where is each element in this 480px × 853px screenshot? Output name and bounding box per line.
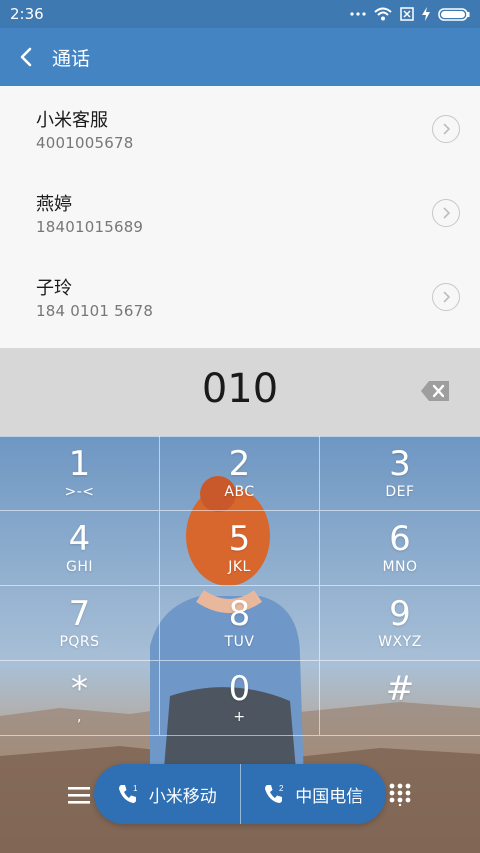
key-letters: GHI	[65, 559, 93, 575]
page-title: 通话	[52, 47, 91, 70]
keypad-grid: 1 >-< 2 ABC 3 DEF 4 GHI 5 JKL 6 MNO 7 PQRS 8 TUV…	[0, 436, 480, 736]
key-digit: 0	[228, 669, 251, 709]
dialpad-icon[interactable]	[388, 782, 412, 806]
dial-input-bar: 010	[0, 348, 480, 436]
key-digit: #	[385, 669, 415, 709]
chevron-right-icon	[443, 123, 450, 135]
key-digit: 6	[389, 519, 411, 559]
sim1-label: 小米移动	[148, 786, 217, 807]
key-6[interactable]: 6 MNO	[320, 511, 480, 586]
back-button[interactable]	[0, 28, 52, 86]
key-letters: TUV	[224, 634, 255, 650]
key-digit: *	[71, 669, 88, 709]
svg-text:2: 2	[279, 784, 284, 793]
key-5[interactable]: 5 JKL	[160, 511, 320, 586]
key-letters: ,	[77, 709, 82, 725]
sim2-label: 中国电信	[295, 786, 364, 807]
contact-result-row[interactable]: 小米客服 4001005678	[0, 86, 480, 170]
contact-number: 4001005678	[36, 134, 134, 152]
key-letters: >-<	[64, 484, 95, 500]
key-digit: 3	[389, 444, 411, 484]
key-digit: 9	[389, 594, 411, 634]
call-sim2-button[interactable]: 2 中国电信	[239, 764, 387, 824]
backspace-icon[interactable]	[420, 380, 450, 402]
contact-detail-button[interactable]	[432, 115, 460, 143]
contact-result-row[interactable]: 燕婷 18401015689	[0, 170, 480, 254]
key-digit: 1	[68, 444, 91, 484]
phone-sim1-icon: 1	[118, 784, 138, 803]
phone-sim2-icon: 2	[265, 784, 284, 803]
hamburger-menu-icon[interactable]	[66, 782, 92, 808]
status-bar: 2:36	[0, 0, 480, 28]
chevron-left-icon	[20, 47, 32, 67]
no-sim-icon	[400, 7, 414, 21]
key-letters: ABC	[224, 484, 255, 500]
key-0[interactable]: 0 +	[160, 661, 320, 736]
key-letters: PQRS	[59, 634, 100, 650]
contact-name: 燕婷	[36, 194, 72, 215]
key-7[interactable]: 7 PQRS	[0, 586, 160, 661]
sim-call-buttons: 1 小米移动 2 中国电信	[94, 764, 386, 824]
more-dots-icon	[350, 12, 366, 16]
key-digit: 5	[228, 519, 251, 559]
svg-text:1: 1	[133, 784, 138, 793]
call-sim1-button[interactable]: 1 小米移动	[94, 764, 240, 824]
contact-results-list: 小米客服 4001005678 燕婷 18401015689 子玲 184 01…	[0, 86, 480, 348]
key-digit: 7	[68, 594, 91, 634]
app-header: 通话	[0, 28, 480, 86]
contact-name: 子玲	[36, 278, 72, 299]
key-1[interactable]: 1 >-<	[0, 436, 160, 511]
key-3[interactable]: 3 DEF	[320, 436, 480, 511]
key-letters: DEF	[385, 484, 415, 500]
wifi-icon	[374, 7, 392, 21]
contact-number: 18401015689	[36, 218, 144, 236]
key-letters: JKL	[228, 559, 251, 575]
key-2[interactable]: 2 ABC	[160, 436, 320, 511]
contact-detail-button[interactable]	[432, 199, 460, 227]
chevron-right-icon	[443, 291, 450, 303]
key-letters: WXYZ	[378, 634, 422, 650]
key-star[interactable]: *,	[0, 661, 160, 736]
key-hash[interactable]: #	[320, 661, 480, 736]
contact-detail-button[interactable]	[432, 283, 460, 311]
dial-action-bar: 1 小米移动 2 中国电信	[0, 764, 480, 828]
key-digit: 8	[228, 594, 251, 634]
key-4[interactable]: 4 GHI	[0, 511, 160, 586]
contact-result-row[interactable]: 子玲 184 0101 5678	[0, 254, 480, 338]
key-9[interactable]: 9 WXYZ	[320, 586, 480, 661]
charging-icon	[422, 7, 430, 21]
chevron-right-icon	[443, 207, 450, 219]
dialed-number: 010	[201, 366, 279, 412]
contact-number: 184 0101 5678	[36, 302, 154, 320]
status-icons	[350, 7, 470, 21]
key-letters: MNO	[382, 559, 418, 575]
key-8[interactable]: 8 TUV	[160, 586, 320, 661]
contact-name: 小米客服	[36, 110, 108, 131]
battery-icon	[438, 7, 470, 21]
key-letters: +	[233, 709, 246, 725]
status-time: 2:36	[10, 5, 44, 23]
key-digit: 2	[228, 444, 251, 484]
key-digit: 4	[68, 519, 91, 559]
